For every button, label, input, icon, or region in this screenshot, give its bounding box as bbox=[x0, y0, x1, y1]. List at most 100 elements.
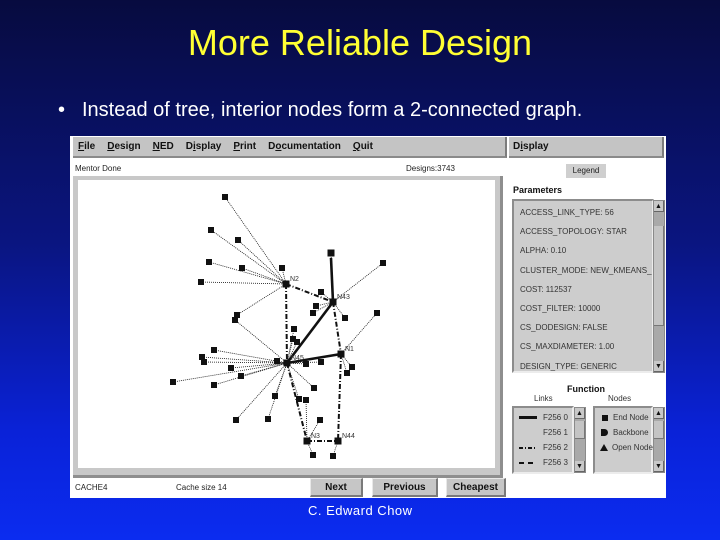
backbone-node[interactable] bbox=[329, 298, 337, 306]
bullet-point: • Instead of tree, interior nodes form a … bbox=[58, 99, 582, 122]
link-legend-item[interactable]: F256 1 bbox=[514, 425, 572, 440]
menu-documentation[interactable]: Documentation bbox=[268, 141, 341, 152]
link-legend-label: F256 3 bbox=[543, 458, 568, 467]
node-legend-label: Backbone bbox=[613, 428, 649, 437]
cache-size: Cache size 14 bbox=[176, 483, 227, 492]
end-node[interactable] bbox=[198, 279, 204, 285]
end-node[interactable] bbox=[344, 370, 350, 376]
end-node[interactable] bbox=[238, 373, 244, 379]
scroll-down-icon[interactable]: ▼ bbox=[654, 361, 664, 372]
end-node[interactable] bbox=[310, 452, 316, 458]
backbone-node[interactable] bbox=[303, 437, 311, 445]
end-node[interactable] bbox=[233, 417, 239, 423]
link-legend-label: F256 0 bbox=[543, 413, 568, 422]
end-node[interactable] bbox=[290, 336, 296, 342]
backbone-node-label: N44 bbox=[342, 433, 355, 440]
nodes-scrollbar[interactable]: ▲ ▼ bbox=[653, 407, 665, 473]
menu-display[interactable]: Display bbox=[186, 141, 222, 152]
end-node[interactable] bbox=[291, 326, 297, 332]
end-node[interactable] bbox=[235, 237, 241, 243]
access-link bbox=[240, 362, 288, 377]
end-node[interactable] bbox=[311, 385, 317, 391]
scroll-thumb[interactable] bbox=[654, 226, 664, 326]
end-node[interactable] bbox=[222, 194, 228, 200]
end-node[interactable] bbox=[327, 249, 335, 257]
next-button[interactable]: Next bbox=[310, 478, 363, 497]
dashed-line-icon bbox=[519, 461, 537, 464]
end-node[interactable] bbox=[310, 310, 316, 316]
end-node[interactable] bbox=[313, 303, 319, 309]
access-link bbox=[234, 319, 288, 364]
end-node[interactable] bbox=[272, 393, 278, 399]
backbone-node-label: N43 bbox=[337, 294, 350, 301]
backbone-node[interactable] bbox=[334, 437, 342, 445]
scroll-thumb[interactable] bbox=[575, 421, 585, 439]
scroll-up-icon[interactable]: ▲ bbox=[575, 408, 585, 419]
menu-ned[interactable]: NED bbox=[153, 141, 174, 152]
scroll-thumb[interactable] bbox=[654, 421, 664, 439]
access-link bbox=[237, 239, 287, 285]
backbone-node-label: N45 bbox=[291, 355, 304, 362]
link-legend-item[interactable]: F256 3 bbox=[514, 455, 572, 470]
scroll-up-icon[interactable]: ▲ bbox=[654, 408, 664, 419]
end-node[interactable] bbox=[303, 361, 309, 367]
end-node[interactable] bbox=[201, 359, 207, 365]
links-legend-list: F256 0 F256 1 F256 2 F256 3 bbox=[512, 406, 574, 474]
display-panel-menu[interactable]: Display bbox=[513, 141, 549, 152]
end-node[interactable] bbox=[318, 359, 324, 365]
end-node[interactable] bbox=[349, 364, 355, 370]
link-legend-label: F256 1 bbox=[543, 428, 568, 437]
node-legend-item[interactable]: Backbone bbox=[595, 425, 651, 440]
nodes-title: Nodes bbox=[608, 394, 632, 403]
backbone-link bbox=[337, 353, 342, 442]
access-link bbox=[200, 281, 287, 285]
end-node[interactable] bbox=[318, 289, 324, 295]
end-node[interactable] bbox=[374, 310, 380, 316]
node-legend-label: End Node bbox=[613, 413, 649, 422]
end-node[interactable] bbox=[228, 365, 234, 371]
menu-quit[interactable]: Quit bbox=[353, 141, 373, 152]
end-node[interactable] bbox=[317, 417, 323, 423]
designs-count: Designs:3743 bbox=[406, 164, 455, 173]
end-node[interactable] bbox=[211, 382, 217, 388]
end-node[interactable] bbox=[239, 265, 245, 271]
end-node[interactable] bbox=[274, 358, 280, 364]
end-node[interactable] bbox=[232, 317, 238, 323]
scroll-down-icon[interactable]: ▼ bbox=[654, 461, 664, 472]
end-node[interactable] bbox=[206, 259, 212, 265]
link-legend-item[interactable]: F256 0 bbox=[514, 410, 572, 425]
backbone-node[interactable] bbox=[337, 350, 345, 358]
end-node[interactable] bbox=[211, 347, 217, 353]
menu-design[interactable]: Design bbox=[107, 141, 140, 152]
links-scrollbar[interactable]: ▲ ▼ bbox=[574, 407, 586, 473]
end-node[interactable] bbox=[279, 265, 285, 271]
parameters-scrollbar[interactable]: ▲ ▼ bbox=[653, 200, 665, 373]
end-node[interactable] bbox=[380, 260, 386, 266]
menu-print[interactable]: Print bbox=[233, 141, 256, 152]
end-node[interactable] bbox=[330, 453, 336, 459]
function-title: Function bbox=[567, 384, 605, 394]
previous-button[interactable]: Previous bbox=[372, 478, 438, 497]
end-node[interactable] bbox=[170, 379, 176, 385]
end-node[interactable] bbox=[265, 416, 271, 422]
cheapest-button[interactable]: Cheapest bbox=[446, 478, 506, 497]
end-node[interactable] bbox=[342, 315, 348, 321]
end-node[interactable] bbox=[303, 397, 309, 403]
end-node[interactable] bbox=[296, 396, 302, 402]
scroll-up-icon[interactable]: ▲ bbox=[654, 201, 664, 212]
link-legend-item[interactable]: F256 2 bbox=[514, 440, 572, 455]
backbone-node[interactable] bbox=[283, 359, 291, 367]
menubar: File Design NED Display Print Documentat… bbox=[73, 137, 507, 158]
graph-canvas[interactable]: N2 N43 N1 N45 N3 N44 bbox=[78, 180, 495, 468]
menu-file[interactable]: File bbox=[78, 141, 95, 152]
end-node[interactable] bbox=[208, 227, 214, 233]
graph-canvas-frame: N2 N43 N1 N45 N3 N44 bbox=[73, 176, 503, 478]
node-legend-item[interactable]: Open Node bbox=[595, 440, 653, 455]
square-node-icon bbox=[600, 414, 609, 421]
backbone-node[interactable] bbox=[282, 280, 290, 288]
legend-button[interactable]: Legend bbox=[566, 164, 606, 178]
access-link bbox=[236, 283, 287, 316]
scroll-down-icon[interactable]: ▼ bbox=[575, 461, 585, 472]
parameters-list: ACCESS_LINK_TYPE: 56 ACCESS_TOPOLOGY: ST… bbox=[512, 199, 654, 373]
node-legend-item[interactable]: End Node bbox=[595, 410, 651, 425]
